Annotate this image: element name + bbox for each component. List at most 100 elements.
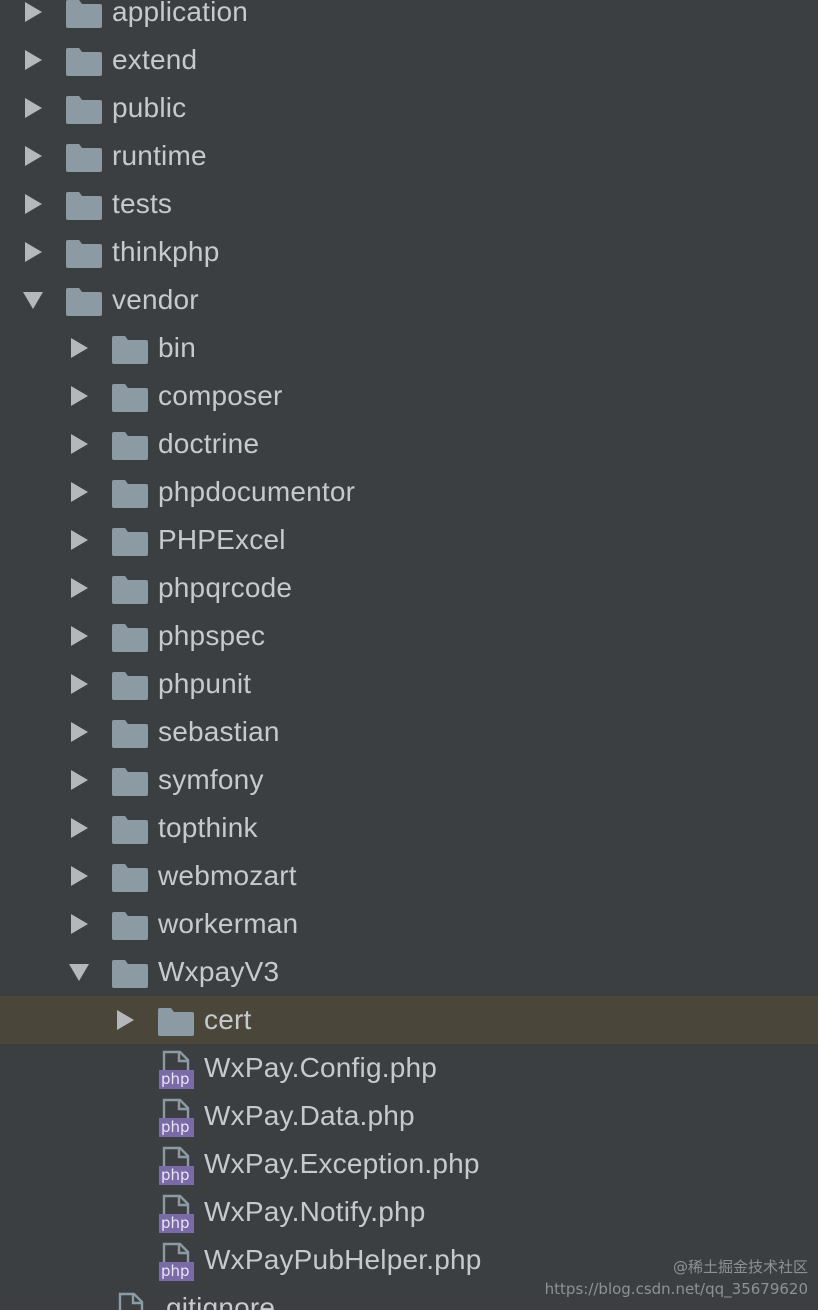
folder-icon	[112, 432, 148, 460]
chevron-right-icon[interactable]	[68, 529, 90, 551]
tree-row-webmozart[interactable]: webmozart	[0, 852, 818, 900]
tree-row-phpunit[interactable]: phpunit	[0, 660, 818, 708]
tree-row-cert[interactable]: cert	[0, 996, 818, 1044]
tree-row-phpqrcode[interactable]: phpqrcode	[0, 564, 818, 612]
chevron-right-icon[interactable]	[114, 1009, 136, 1031]
php-badge: php	[161, 1166, 190, 1184]
tree-item-label: sebastian	[158, 716, 280, 747]
tree-row-public[interactable]: public	[0, 84, 818, 132]
tree-row-phpspec[interactable]: phpspec	[0, 612, 818, 660]
folder-icon	[66, 288, 102, 316]
chevron-right-icon[interactable]	[68, 337, 90, 359]
watermark-line-2: https://blog.csdn.net/qq_35679620	[544, 1280, 808, 1298]
tree-row-tests[interactable]: tests	[0, 180, 818, 228]
tree-row-wxpay-exception-php[interactable]: php WxPay.Exception.php	[0, 1140, 818, 1188]
tree-item-label: phpqrcode	[158, 572, 293, 603]
tree-row-topthink[interactable]: topthink	[0, 804, 818, 852]
chevron-right-icon[interactable]	[68, 625, 90, 647]
chevron-right-icon[interactable]	[68, 913, 90, 935]
chevron-right-icon[interactable]	[68, 577, 90, 599]
tree-item-label: WxPay.Config.php	[204, 1052, 438, 1083]
tree-row-workerman[interactable]: workerman	[0, 900, 818, 948]
chevron-right-icon[interactable]	[22, 193, 44, 215]
folder-icon	[112, 336, 148, 364]
folder-icon	[112, 816, 148, 844]
tree-item-label: composer	[158, 380, 283, 411]
tree-row-application[interactable]: application	[0, 0, 818, 36]
tree-item-label: cert	[204, 1004, 252, 1035]
folder-icon	[112, 720, 148, 748]
chevron-right-icon[interactable]	[68, 673, 90, 695]
tree-row-vendor[interactable]: vendor	[0, 276, 818, 324]
folder-icon	[112, 624, 148, 652]
chevron-down-icon[interactable]	[68, 961, 90, 983]
tree-row-doctrine[interactable]: doctrine	[0, 420, 818, 468]
folder-icon	[66, 192, 102, 220]
chevron-down-icon[interactable]	[22, 289, 44, 311]
tree-row-extend[interactable]: extend	[0, 36, 818, 84]
tree-row-composer[interactable]: composer	[0, 372, 818, 420]
tree-item-label: bin	[158, 332, 196, 363]
folder-icon	[112, 768, 148, 796]
tree-row-bin[interactable]: bin	[0, 324, 818, 372]
php-file-icon: php	[158, 1050, 196, 1090]
chevron-right-icon[interactable]	[68, 481, 90, 503]
tree-row-sebastian[interactable]: sebastian	[0, 708, 818, 756]
tree-item-label: extend	[112, 44, 198, 75]
chevron-right-icon[interactable]	[22, 145, 44, 167]
watermark: @稀土掘金技术社区 https://blog.csdn.net/qq_35679…	[545, 1256, 808, 1300]
project-tree: application extend public runtime tests think…	[0, 0, 818, 1310]
folder-icon	[66, 96, 102, 124]
tree-row-wxpay-config-php[interactable]: php WxPay.Config.php	[0, 1044, 818, 1092]
tree-item-label: WxpayV3	[158, 956, 280, 987]
php-file-icon: php	[158, 1194, 196, 1234]
chevron-right-icon[interactable]	[68, 721, 90, 743]
tree-item-label: .gitignore	[158, 1292, 276, 1310]
tree-item-label: PHPExcel	[158, 524, 286, 555]
chevron-right-icon[interactable]	[22, 241, 44, 263]
chevron-right-icon[interactable]	[68, 769, 90, 791]
tree-item-label: tests	[112, 188, 173, 219]
tree-row-runtime[interactable]: runtime	[0, 132, 818, 180]
folder-icon	[66, 144, 102, 172]
tree-item-label: runtime	[112, 140, 207, 171]
folder-icon	[112, 480, 148, 508]
tree-item-label: phpunit	[158, 668, 252, 699]
folder-icon	[112, 384, 148, 412]
tree-item-label: topthink	[158, 812, 258, 843]
php-file-icon: php	[158, 1146, 196, 1186]
tree-row-wxpay-data-php[interactable]: php WxPay.Data.php	[0, 1092, 818, 1140]
tree-item-label: WxPay.Notify.php	[204, 1196, 426, 1227]
tree-row-wxpayv3[interactable]: WxpayV3	[0, 948, 818, 996]
tree-item-label: WxPay.Data.php	[204, 1100, 415, 1131]
chevron-right-icon[interactable]	[22, 49, 44, 71]
tree-row-phpexcel[interactable]: PHPExcel	[0, 516, 818, 564]
php-badge: php	[161, 1118, 190, 1136]
tree-item-label: phpspec	[158, 620, 266, 651]
tree-item-label: thinkphp	[112, 236, 220, 267]
php-file-icon: php	[158, 1242, 196, 1282]
tree-item-label: doctrine	[158, 428, 260, 459]
folder-icon	[112, 960, 148, 988]
chevron-right-icon[interactable]	[22, 97, 44, 119]
chevron-right-icon[interactable]	[22, 1, 44, 23]
chevron-right-icon[interactable]	[68, 385, 90, 407]
watermark-line-1: @稀土掘金技术社区	[672, 1258, 808, 1276]
tree-item-label: WxPay.Exception.php	[204, 1148, 480, 1179]
folder-icon	[112, 528, 148, 556]
folder-icon	[112, 576, 148, 604]
chevron-right-icon[interactable]	[68, 433, 90, 455]
php-badge: php	[161, 1262, 190, 1280]
chevron-right-icon[interactable]	[68, 817, 90, 839]
tree-row-phpdocumentor[interactable]: phpdocumentor	[0, 468, 818, 516]
tree-item-label: vendor	[112, 284, 199, 315]
folder-icon	[66, 240, 102, 268]
tree-row-symfony[interactable]: symfony	[0, 756, 818, 804]
folder-icon	[66, 0, 102, 28]
php-badge: php	[161, 1070, 190, 1088]
tree-item-label: workerman	[158, 908, 299, 939]
tree-row-wxpay-notify-php[interactable]: php WxPay.Notify.php	[0, 1188, 818, 1236]
chevron-right-icon[interactable]	[68, 865, 90, 887]
tree-row-thinkphp[interactable]: thinkphp	[0, 228, 818, 276]
folder-icon	[66, 48, 102, 76]
